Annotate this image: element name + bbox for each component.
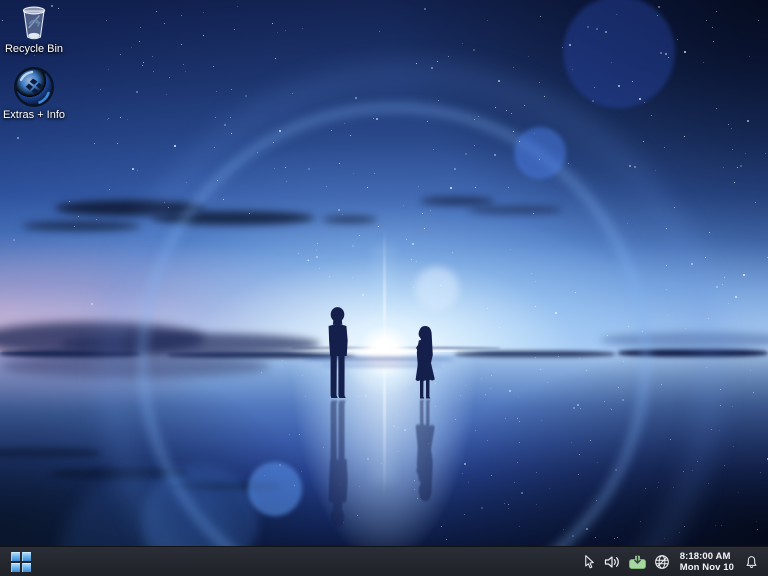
- clock-time: 8:18:00 AM: [679, 550, 731, 562]
- desktop-icon-label: Recycle Bin: [4, 43, 64, 55]
- desktop-icon-recycle-bin[interactable]: Recycle Bin: [2, 4, 66, 55]
- desktop-icon-extras-info[interactable]: Extras + Info: [2, 66, 66, 121]
- network-globe-icon[interactable]: [654, 554, 670, 570]
- volume-icon[interactable]: [604, 554, 621, 570]
- notifications-bell-icon[interactable]: [744, 554, 759, 570]
- tray-clock[interactable]: 8:18:00 AM Mon Nov 10: [680, 551, 734, 573]
- figures-reflection: [328, 399, 435, 528]
- updates-icon[interactable]: [628, 554, 647, 570]
- system-tray: 8:18:00 AM Mon Nov 10: [582, 551, 768, 573]
- recycle-bin-icon: [22, 6, 46, 40]
- cursor-icon[interactable]: [582, 554, 597, 570]
- extras-info-icon: [14, 67, 54, 107]
- figures-main: [328, 307, 435, 399]
- wallpaper: [0, 0, 768, 546]
- desktop-icon-label: Extras + Info: [2, 109, 66, 121]
- windows-logo-icon: [11, 551, 31, 572]
- taskbar: 8:18:00 AM Mon Nov 10: [0, 546, 768, 576]
- desktop: Recycle Bin Extras + Info 8:18:00 AM Mon…: [0, 0, 768, 576]
- silhouette-figures: [328, 307, 435, 528]
- start-button[interactable]: [7, 548, 35, 576]
- clock-date: Mon Nov 10: [679, 561, 734, 573]
